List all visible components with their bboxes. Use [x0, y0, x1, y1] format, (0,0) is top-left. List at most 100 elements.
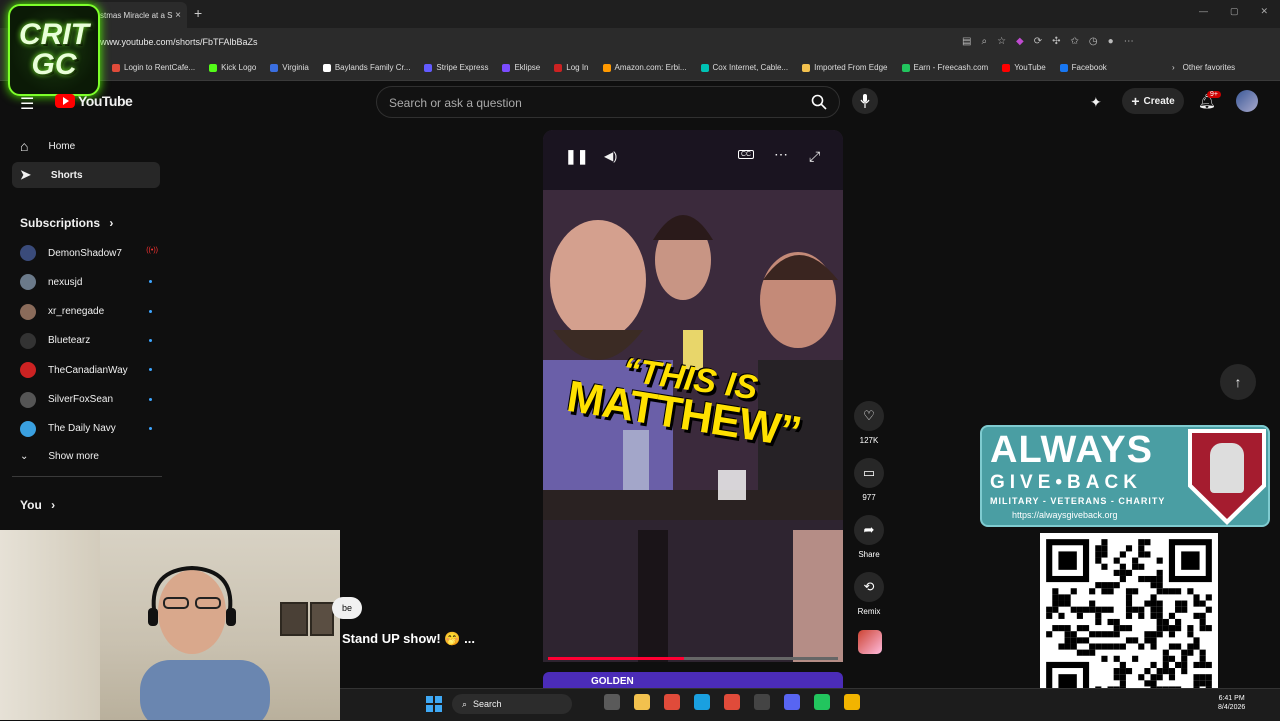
bookmark-item[interactable]: Kick Logo — [209, 63, 256, 72]
qr-module — [1144, 600, 1151, 607]
taskbar-app-icon[interactable] — [724, 694, 740, 710]
favorite-star-icon[interactable]: ☆ — [997, 36, 1006, 47]
create-button[interactable]: + Create — [1122, 88, 1184, 114]
sidebar-subscription-item[interactable]: nexusjd — [20, 274, 152, 291]
taskbar-app-icon[interactable] — [694, 694, 710, 710]
channel-chip[interactable]: be — [332, 597, 362, 619]
qr-module — [1107, 643, 1114, 650]
qr-module — [1125, 545, 1133, 552]
short-title[interactable]: Stand UP show! 🤭 ... — [342, 631, 475, 647]
sidebar-subscription-item[interactable]: SilverFoxSean — [20, 391, 152, 408]
search-icon[interactable] — [806, 90, 832, 114]
sidebar-item-shorts[interactable]: ➤ Shorts — [12, 162, 160, 188]
bookmark-item[interactable]: Facebook — [1059, 63, 1107, 72]
heart-icon[interactable]: ♡ — [854, 401, 884, 431]
bookmark-item[interactable]: Earn - Freecash.com — [901, 63, 988, 72]
bookmark-item[interactable]: Baylands Family Cr... — [322, 63, 410, 72]
new-tab-button[interactable]: + — [194, 5, 202, 21]
chevron-down-icon: ⌄ — [20, 451, 29, 462]
taskbar-search[interactable]: ⌕ Search — [452, 694, 572, 714]
sidebar-subscription-item[interactable]: TheCanadianWay — [20, 362, 152, 379]
history-icon[interactable]: ◷ — [1089, 36, 1098, 47]
qr-module — [1175, 618, 1182, 626]
remix-icon[interactable]: ⟲ — [854, 572, 884, 602]
bookmark-item[interactable]: Virginia — [270, 63, 309, 72]
more-icon[interactable]: ⋯ — [1124, 36, 1134, 47]
comment-icon[interactable]: ▭ — [854, 458, 884, 488]
close-window-icon[interactable]: ✕ — [1260, 6, 1268, 17]
tab-close-icon[interactable]: × — [175, 10, 181, 21]
sparkle-icon[interactable]: ✦ — [1090, 94, 1102, 111]
you-heading[interactable]: You › — [20, 498, 55, 512]
bookmark-item[interactable]: Login to RentCafe... — [112, 63, 195, 72]
taskbar-app-icon[interactable] — [754, 694, 770, 710]
hamburger-menu-icon[interactable]: ☰ — [20, 94, 34, 114]
share-action[interactable]: ➦ Share — [852, 515, 886, 559]
windows-start-icon[interactable] — [426, 696, 442, 712]
qr-module — [1101, 631, 1108, 638]
captions-icon[interactable]: CC — [738, 150, 755, 159]
profile-icon[interactable]: ● — [1108, 36, 1114, 47]
sidebar-subscription-item[interactable]: DemonShadow7 ((•)) — [20, 245, 158, 261]
arrow-up-icon[interactable]: ↑ — [1220, 364, 1256, 400]
comment-action[interactable]: ▭ 977 — [852, 458, 886, 502]
bookmark-item[interactable]: Stripe Express — [424, 63, 488, 72]
zoom-icon[interactable]: ⌕ — [981, 36, 987, 47]
bookmark-item[interactable]: Cox Internet, Cable... — [700, 63, 788, 72]
bookmarks-chevron-icon[interactable]: › — [1172, 63, 1175, 72]
like-action[interactable]: ♡ 127K — [852, 401, 886, 445]
account-avatar[interactable] — [1236, 90, 1258, 112]
share-icon[interactable]: ➦ — [854, 515, 884, 545]
channel-avatar — [20, 274, 36, 291]
fullscreen-icon[interactable]: ⤢ — [809, 148, 820, 165]
search-input[interactable]: Search or ask a question — [376, 86, 840, 118]
sidebar-subscription-item[interactable]: The Daily Navy — [20, 420, 152, 437]
address-bar-url[interactable]: www.youtube.com/shorts/FbTFAlbBaZs — [100, 37, 258, 47]
puzzle-icon[interactable]: ✣ — [1052, 36, 1060, 47]
refresh-extension-icon[interactable]: ⟳ — [1034, 36, 1042, 47]
bookmark-item[interactable]: YouTube — [1002, 63, 1046, 72]
taskbar-app-icon[interactable] — [604, 694, 620, 710]
bookmark-favicon-icon — [322, 63, 331, 72]
qr-module — [1101, 606, 1108, 613]
sidebar-subscription-item[interactable]: xr_renegade — [20, 303, 152, 320]
qr-module — [1193, 594, 1200, 601]
qr-module — [1125, 594, 1133, 601]
qr-module — [1193, 674, 1200, 681]
bookmark-favicon-icon — [554, 63, 563, 72]
browser-tab[interactable]: stmas Miracle at a S × — [92, 2, 187, 28]
bookmark-item[interactable]: Amazon.com: Erbi... — [602, 63, 687, 72]
taskbar-app-icon[interactable] — [844, 694, 860, 710]
taskbar-app-icon[interactable] — [784, 694, 800, 710]
qr-module — [1168, 588, 1176, 595]
extension-icon[interactable]: ◆ — [1016, 36, 1024, 47]
volume-icon[interactable]: ◀) — [604, 149, 617, 163]
more-options-icon[interactable]: ⋯ — [774, 146, 788, 163]
system-clock[interactable]: 6:41 PM 8/4/2026 — [1218, 694, 1245, 712]
taskbar-app-icon[interactable] — [664, 694, 680, 710]
microphone-icon[interactable] — [852, 88, 878, 114]
maximize-icon[interactable]: ▢ — [1230, 6, 1239, 17]
remix-action[interactable]: ⟲ Remix — [852, 572, 886, 616]
bookmark-item[interactable]: Eklipse — [502, 63, 540, 72]
show-more-button[interactable]: ⌄ Show more — [20, 451, 99, 462]
audio-thumbnail[interactable] — [858, 630, 882, 654]
minimize-icon[interactable]: — — [1199, 6, 1208, 17]
taskbar-app-icon[interactable] — [634, 694, 650, 710]
other-favorites[interactable]: Other favorites — [1183, 63, 1235, 72]
bookmark-item[interactable]: Imported From Edge — [802, 63, 888, 72]
qr-module — [1125, 612, 1133, 619]
qr-module — [1076, 625, 1083, 632]
tab-bar — [0, 0, 1280, 28]
sidebar-item-home[interactable]: ⌂ Home — [12, 133, 160, 159]
qr-module — [1101, 551, 1108, 558]
subscriptions-heading[interactable]: Subscriptions › — [20, 216, 113, 230]
sidebar-subscription-item[interactable]: Bluetearz — [20, 332, 152, 349]
taskbar-app-icon[interactable] — [814, 694, 830, 710]
youtube-logo[interactable]: YouTube — [55, 93, 133, 109]
qr-module — [1199, 655, 1206, 662]
reader-icon[interactable]: ▤ — [962, 36, 971, 47]
pause-icon[interactable]: ❚❚ — [565, 148, 588, 165]
bookmark-item[interactable]: Log In — [554, 63, 589, 72]
favorites-icon[interactable]: ✩ — [1071, 36, 1079, 47]
